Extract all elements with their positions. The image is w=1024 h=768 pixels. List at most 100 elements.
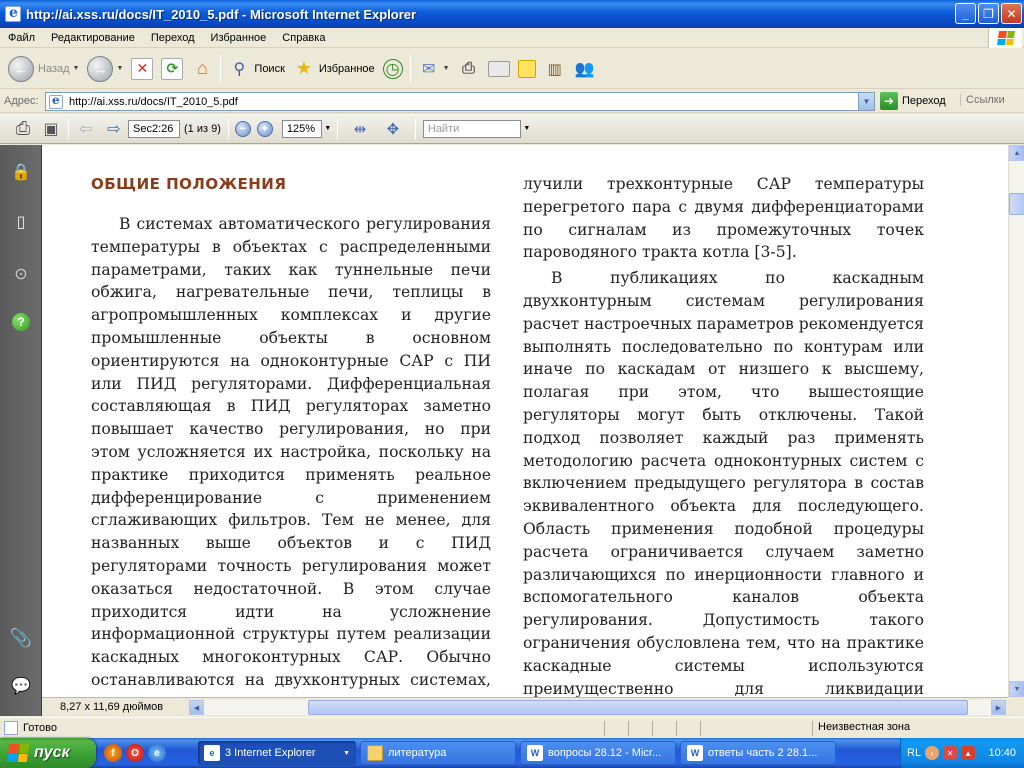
word-icon: W <box>687 745 703 761</box>
page-number-field[interactable]: Sec2:26 <box>128 119 180 138</box>
print-button[interactable]: ⎙ <box>454 52 484 86</box>
scroll-right-button[interactable]: ▶ <box>991 700 1006 715</box>
status-divider <box>652 721 653 736</box>
task-word-2[interactable]: W ответы часть 2 28.1... <box>680 741 836 765</box>
back-label: Назад <box>38 62 70 75</box>
chevron-down-icon: ▼ <box>343 749 350 757</box>
fit-page-icon[interactable]: ✥ <box>382 118 404 140</box>
comments-icon[interactable]: 💬 <box>10 675 32 697</box>
maximize-button[interactable]: ❐ <box>978 3 999 24</box>
attachment-icon[interactable]: 📎 <box>10 627 32 649</box>
mail-button[interactable]: ✉ ▼ <box>414 52 454 86</box>
expand-tray-icon[interactable]: ‹ <box>925 746 940 760</box>
page-icon <box>4 721 18 735</box>
address-bar: Адрес: http://ai.xss.ru/docs/IT_2010_5.p… <box>0 89 1024 113</box>
search-label: Поиск <box>254 62 285 75</box>
security-zone: Неизвестная зона <box>812 721 910 736</box>
paragraph: лучили трехконтурные САР температуры пер… <box>523 175 924 262</box>
firefox-icon[interactable]: f <box>104 744 122 762</box>
zoom-field[interactable]: 125% <box>281 119 322 138</box>
links-button[interactable]: Ссылки <box>960 94 1005 106</box>
zoom-out-icon[interactable]: − <box>234 120 251 137</box>
favorites-button[interactable]: ★ Избранное <box>289 52 379 86</box>
minimize-button[interactable]: _ <box>955 3 976 24</box>
chevron-down-icon[interactable]: ▼ <box>322 121 334 137</box>
scroll-up-button[interactable]: ▲ <box>1009 145 1024 161</box>
fit-width-icon[interactable]: ⇹ <box>349 118 371 140</box>
chevron-down-icon[interactable]: ▼ <box>858 93 874 110</box>
scroll-thumb[interactable] <box>1009 193 1024 215</box>
back-button[interactable]: ← Назад ▼ <box>4 52 83 86</box>
chevron-down-icon[interactable]: ▼ <box>116 65 123 72</box>
menu-go[interactable]: Переход <box>143 32 203 44</box>
star-icon: ★ <box>295 58 312 78</box>
pdf-document-view[interactable]: ОБЩИЕ ПОЛОЖЕНИЯ В системах автоматическо… <box>42 145 1008 697</box>
menu-help[interactable]: Справка <box>274 32 333 44</box>
go-arrow-icon: ➜ <box>880 92 898 110</box>
go-button[interactable]: ➜ Переход <box>880 92 946 110</box>
search-button[interactable]: ⚲ Поиск <box>224 52 288 86</box>
right-column: лучили трехконтурные САР температуры пер… <box>523 173 924 697</box>
task-label: 3 Internet Explorer <box>225 747 316 759</box>
toolbar-separator <box>220 54 222 83</box>
messenger-button[interactable]: 👥 <box>570 52 600 86</box>
mail-icon: ✉ <box>421 60 436 78</box>
help-icon[interactable]: ? <box>10 311 32 333</box>
pdf-page: ОБЩИЕ ПОЛОЖЕНИЯ В системах автоматическо… <box>42 145 1008 697</box>
lock-icon[interactable]: 🔒 <box>10 161 32 183</box>
navigation-pane: 🔒 ▯ ⊙ ? 📎 💬 <box>0 145 42 716</box>
ie-icon: e <box>204 745 220 761</box>
scroll-left-button[interactable]: ◀ <box>189 700 204 715</box>
menu-file[interactable]: Файл <box>0 32 43 44</box>
taskbar: пуск f O e e 3 Internet Explorer ▼ литер… <box>0 738 1024 768</box>
address-url[interactable]: http://ai.xss.ru/docs/IT_2010_5.pdf <box>69 96 238 108</box>
pages-icon[interactable]: ▯ <box>10 211 32 233</box>
forward-button[interactable]: → ▼ <box>83 52 127 86</box>
antivirus-icon[interactable]: ▲ <box>961 746 976 760</box>
previous-page-icon[interactable]: ⇦ <box>75 118 97 140</box>
save-icon[interactable]: ▣ <box>40 118 62 140</box>
research-button[interactable]: ▥ <box>540 52 570 86</box>
menu-favorites[interactable]: Избранное <box>203 32 275 44</box>
task-folder[interactable]: литература <box>360 741 516 765</box>
window-controls: _ ❐ ✕ <box>955 3 1022 24</box>
task-label: ответы часть 2 28.1... <box>708 747 818 759</box>
windows-logo <box>988 28 1022 48</box>
stop-button[interactable]: ✕ <box>127 52 157 86</box>
address-input[interactable]: http://ai.xss.ru/docs/IT_2010_5.pdf ▼ <box>45 92 875 111</box>
chevron-down-icon[interactable]: ▼ <box>521 121 533 137</box>
menu-edit[interactable]: Редактирование <box>43 32 143 44</box>
start-button[interactable]: пуск <box>0 738 96 768</box>
home-button[interactable]: ⌂ <box>187 52 217 86</box>
refresh-button[interactable]: ⟳ <box>157 52 187 86</box>
next-page-icon[interactable]: ⇨ <box>103 118 125 140</box>
chevron-down-icon[interactable]: ▼ <box>73 65 80 72</box>
task-word-1[interactable]: W вопросы 28.12 - Micr... <box>520 741 676 765</box>
scroll-down-button[interactable]: ▼ <box>1009 681 1024 697</box>
ie-icon[interactable]: e <box>148 744 166 762</box>
zoom-in-icon[interactable]: + <box>256 120 273 137</box>
discuss-button[interactable] <box>514 52 540 86</box>
home-icon: ⌂ <box>196 58 208 78</box>
opera-icon[interactable]: O <box>126 744 144 762</box>
print-icon[interactable]: ⎙ <box>12 118 34 140</box>
history-button[interactable]: ◷ <box>379 52 407 86</box>
status-divider <box>676 721 677 736</box>
search-icon: ⚲ <box>233 60 246 78</box>
network-icon[interactable]: ✕ <box>943 746 958 760</box>
close-button[interactable]: ✕ <box>1001 3 1022 24</box>
page-size: 8,27 x 11,69 дюймов <box>60 701 164 713</box>
refresh-icon: ⟳ <box>161 57 184 80</box>
page-icon <box>49 93 63 109</box>
language-indicator[interactable]: RL <box>907 747 921 759</box>
chevron-down-icon[interactable]: ▼ <box>443 65 450 72</box>
binoculars-icon[interactable]: ⊙ <box>10 263 32 285</box>
status-divider <box>604 721 605 736</box>
task-internet-explorer[interactable]: e 3 Internet Explorer ▼ <box>198 741 356 765</box>
horizontal-scrollbar[interactable]: ◀ ▶ <box>189 700 1006 715</box>
find-input[interactable]: Найти <box>422 119 521 138</box>
scroll-thumb[interactable] <box>308 700 968 715</box>
left-column: В системах автоматического регулирования… <box>91 213 491 697</box>
vertical-scrollbar[interactable]: ▲ ▼ <box>1008 145 1024 697</box>
edit-button[interactable] <box>484 52 514 86</box>
